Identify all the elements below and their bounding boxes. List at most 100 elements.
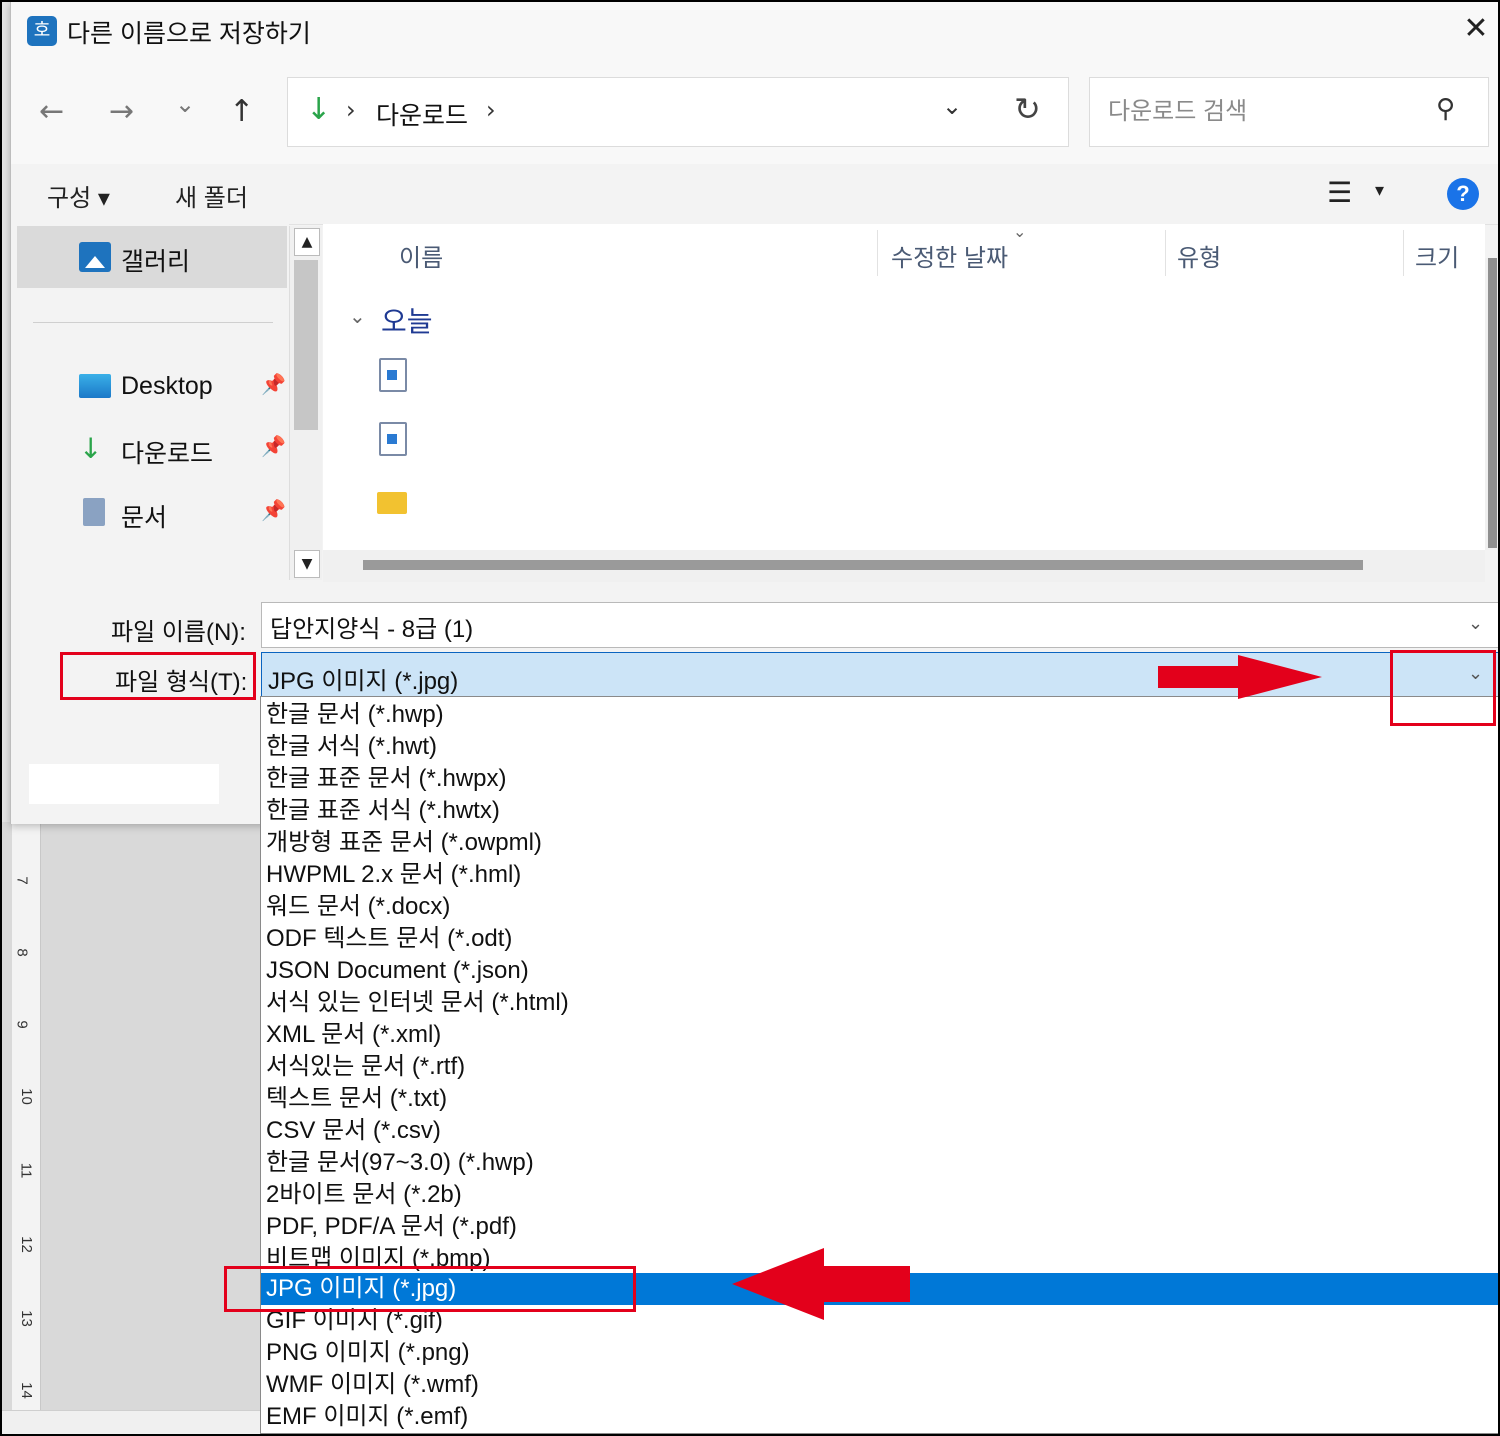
filetype-option[interactable]: WMF 이미지 (*.wmf) — [261, 1369, 1498, 1401]
filetype-selected-value: JPG 이미지 (*.jpg) — [268, 668, 459, 695]
filetype-option[interactable]: 2바이트 문서 (*.2b) — [261, 1179, 1498, 1211]
option-label: 텍스트 문서 (*.txt) — [266, 1085, 448, 1112]
filetype-option[interactable]: 워드 문서 (*.docx) — [261, 891, 1498, 923]
editor-statusbar — [2, 1410, 262, 1434]
search-box[interactable]: ⚲ — [1089, 77, 1489, 147]
forward-arrow-icon[interactable]: → — [109, 94, 134, 129]
filename-dropdown-chevron-icon[interactable]: ⌄ — [1468, 613, 1483, 634]
filetype-option[interactable]: PDF, PDF/A 문서 (*.pdf) — [261, 1211, 1498, 1243]
ruler-number: 12 — [17, 1236, 35, 1253]
ruler-number: 7 — [13, 876, 31, 885]
ruler-number: 11 — [17, 1162, 35, 1179]
filetype-option[interactable]: EMF 이미지 (*.emf) — [261, 1401, 1498, 1433]
scroll-up-icon[interactable]: ▲ — [294, 228, 320, 256]
help-icon[interactable]: ? — [1447, 178, 1479, 210]
download-icon: ↓ — [306, 92, 332, 127]
option-label: 개방형 표준 문서 (*.owpml) — [266, 829, 542, 856]
option-label: PDF, PDF/A 문서 (*.pdf) — [266, 1213, 517, 1240]
column-header-type[interactable]: 유형 — [1177, 238, 1221, 273]
close-icon[interactable]: ✕ — [1459, 12, 1493, 46]
group-header-today[interactable]: 오늘 — [381, 300, 433, 340]
filetype-option[interactable]: 한글 표준 서식 (*.hwtx) — [261, 795, 1498, 827]
filetype-option[interactable]: XML 문서 (*.xml) — [261, 1019, 1498, 1051]
filetype-option[interactable]: CSV 문서 (*.csv) — [261, 1115, 1498, 1147]
column-header-size[interactable]: 크기 — [1415, 238, 1459, 273]
sidebar-divider — [33, 322, 273, 323]
filetype-option[interactable]: 한글 문서(97~3.0) (*.hwp) — [261, 1147, 1498, 1179]
scrollbar-thumb[interactable] — [363, 560, 1363, 570]
filetype-option[interactable]: HWPML 2.x 문서 (*.hml) — [261, 859, 1498, 891]
option-label: 워드 문서 (*.docx) — [266, 893, 451, 920]
column-header-name[interactable]: 이름 — [399, 238, 443, 273]
option-label: 서식 있는 인터넷 문서 (*.html) — [266, 989, 569, 1016]
sidebar-item-label: 갤러리 — [121, 248, 191, 276]
address-bar[interactable]: ↓ › 다운로드 › ⌄ ↻ — [287, 77, 1069, 147]
view-options-chevron-icon[interactable]: ▾ — [1375, 180, 1384, 201]
option-label: EMF 이미지 (*.emf) — [266, 1403, 469, 1430]
filetype-option[interactable]: 한글 표준 문서 (*.hwpx) — [261, 763, 1498, 795]
filetype-option[interactable]: 한글 문서 (*.hwp) — [261, 699, 1498, 731]
download-icon: ↓ — [79, 432, 103, 465]
option-label: XML 문서 (*.xml) — [266, 1021, 442, 1048]
sidebar-item-downloads[interactable]: ↓ 다운로드 📌 — [11, 424, 289, 474]
new-folder-button[interactable]: 새 폴더 — [175, 178, 248, 213]
ruler-number: 14 — [17, 1382, 35, 1399]
dialog-title: 다른 이름으로 저장하기 — [67, 20, 311, 48]
option-label: JSON Document (*.json) — [266, 957, 529, 984]
breadcrumb-downloads[interactable]: 다운로드 — [376, 96, 468, 132]
file-list-vertical-scrollbar[interactable] — [1485, 258, 1498, 550]
ruler-number: 10 — [17, 1088, 35, 1105]
option-label: 2바이트 문서 (*.2b) — [266, 1181, 462, 1208]
search-icon[interactable]: ⚲ — [1436, 94, 1455, 124]
ruler-number: 13 — [17, 1310, 35, 1327]
column-header-modified[interactable]: 수정한 날짜 — [891, 238, 1008, 273]
filetype-option[interactable]: 서식있는 문서 (*.rtf) — [261, 1051, 1498, 1083]
scrollbar-thumb[interactable] — [1488, 258, 1497, 548]
option-label: HWPML 2.x 문서 (*.hml) — [266, 861, 522, 888]
scroll-down-icon[interactable]: ▼ — [294, 550, 320, 578]
filename-combobox[interactable]: ⌄ — [261, 602, 1498, 648]
filetype-option[interactable]: 텍스트 문서 (*.txt) — [261, 1083, 1498, 1115]
annotation-arrow-right — [1158, 666, 1242, 688]
image-file-icon[interactable] — [379, 358, 407, 392]
annotation-arrow-left — [822, 1266, 910, 1302]
filename-label: 파일 이름(N): — [111, 619, 246, 646]
sort-indicator-icon: ⌄ — [1013, 222, 1027, 241]
refresh-icon[interactable]: ↻ — [1014, 90, 1041, 128]
back-arrow-icon[interactable]: ← — [39, 94, 64, 129]
filetype-option[interactable]: 개방형 표준 문서 (*.owpml) — [261, 827, 1498, 859]
command-toolbar: 구성 ▾ 새 폴더 ☰ ▾ ? — [11, 164, 1498, 225]
group-collapse-chevron-icon[interactable]: ⌄ — [349, 304, 366, 328]
organize-button[interactable]: 구성 ▾ — [47, 178, 110, 213]
breadcrumb-separator[interactable]: › — [486, 96, 496, 124]
filename-input[interactable] — [268, 609, 1452, 643]
desktop-icon — [79, 374, 111, 398]
folder-icon[interactable] — [377, 492, 407, 514]
option-label: 한글 문서 (*.hwp) — [266, 701, 444, 728]
filetype-options-list: 한글 문서 (*.hwp) 한글 서식 (*.hwt) 한글 표준 문서 (*.… — [260, 696, 1498, 1434]
filetype-option[interactable]: JSON Document (*.json) — [261, 955, 1498, 987]
recent-locations-chevron-icon[interactable]: ⌄ — [175, 90, 195, 118]
option-label: 한글 서식 (*.hwt) — [266, 733, 437, 760]
sidebar-scrollbar[interactable]: ▲ ▼ — [289, 226, 322, 580]
annotation-arrow-left-head — [732, 1248, 824, 1320]
scrollbar-thumb[interactable] — [294, 260, 318, 430]
filetype-option[interactable]: PNG 이미지 (*.png) — [261, 1337, 1498, 1369]
column-separator — [1403, 230, 1404, 276]
filetype-option[interactable]: 서식 있는 인터넷 문서 (*.html) — [261, 987, 1498, 1019]
filetype-option[interactable]: 한글 서식 (*.hwt) — [261, 731, 1498, 763]
sidebar-item-label: 문서 — [121, 504, 168, 532]
address-dropdown-chevron-icon[interactable]: ⌄ — [942, 92, 962, 120]
view-list-icon[interactable]: ☰ — [1327, 176, 1352, 209]
sidebar-item-desktop[interactable]: Desktop 📌 — [11, 362, 289, 412]
up-arrow-icon[interactable]: ↑ — [229, 94, 254, 129]
file-list-horizontal-scrollbar[interactable] — [323, 550, 1485, 582]
filetype-option[interactable]: ODF 텍스트 문서 (*.odt) — [261, 923, 1498, 955]
sidebar-item-gallery[interactable]: 갤러리 — [17, 226, 287, 288]
sidebar-item-documents[interactable]: 문서 📌 — [11, 488, 289, 538]
search-input[interactable] — [1106, 94, 1430, 130]
file-list: 이름 수정한 날짜 ⌄ 유형 크기 ⌄ 오늘 3 2 — [323, 222, 1485, 582]
image-file-icon[interactable] — [379, 422, 407, 456]
option-label: WMF 이미지 (*.wmf) — [266, 1371, 479, 1398]
option-label: 한글 문서(97~3.0) (*.hwp) — [266, 1149, 534, 1176]
